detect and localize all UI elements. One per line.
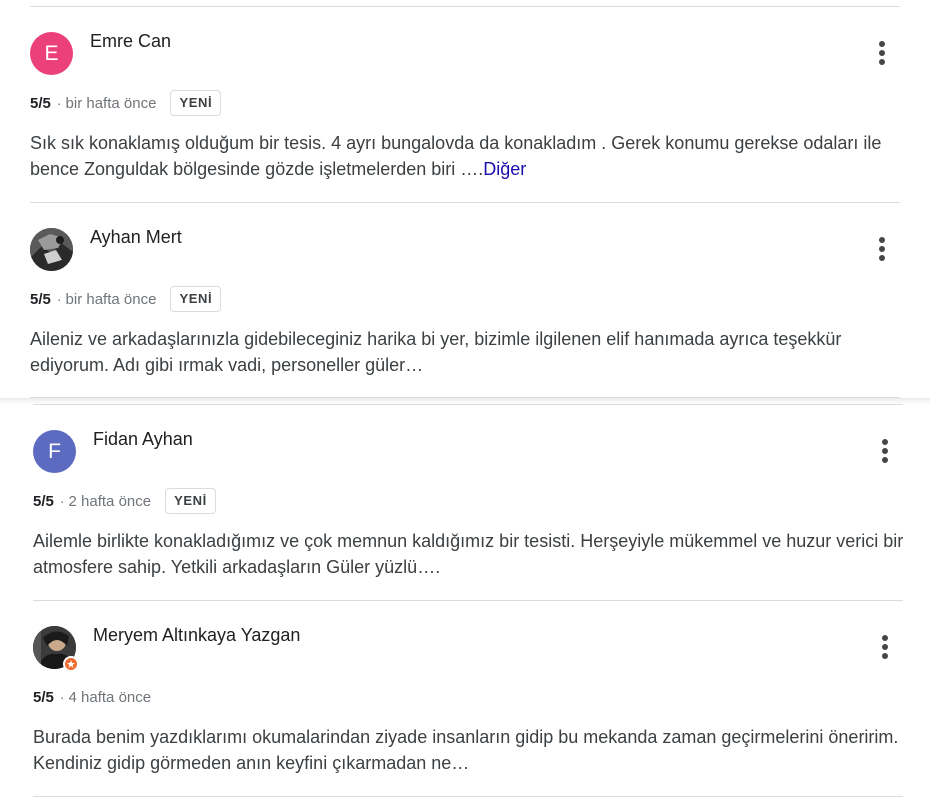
meta-separator: · [56, 95, 62, 111]
avatar-photo-icon [30, 228, 73, 271]
review-meta: 5/5 · 2 hafta önce YENİ [33, 487, 216, 515]
review-time: bir hafta önce [65, 290, 157, 308]
avatar[interactable] [33, 626, 79, 672]
meta-separator: · [59, 689, 65, 705]
author-name[interactable]: Meryem Altınkaya Yazgan [93, 625, 300, 646]
rating: 5/5 [33, 688, 54, 706]
author-name[interactable]: Fidan Ayhan [93, 429, 193, 450]
review-meta: 5/5 · bir hafta önce YENİ [30, 89, 222, 117]
review-text-body: Aileniz ve arkadaşlarınızla gidebilecegi… [30, 329, 842, 375]
review-time: 2 hafta önce [68, 492, 152, 510]
meta-separator: · [56, 291, 62, 307]
review-meta: 5/5 · bir hafta önce YENİ [30, 285, 222, 313]
avatar[interactable]: F [33, 430, 76, 473]
review-text-body: Burada benim yazdıklarımı okumalarindan … [33, 727, 899, 773]
rating: 5/5 [30, 290, 51, 308]
review-text: Burada benim yazdıklarımı okumalarindan … [33, 724, 913, 776]
review-text-body: Sık sık konaklamış olduğum bir tesis. 4 … [30, 133, 882, 179]
review-time: 4 hafta önce [68, 688, 152, 706]
avatar[interactable]: E [30, 32, 73, 75]
review-card: F Fidan Ayhan 5/5 · 2 hafta önce YENİ Ai… [33, 405, 913, 595]
new-badge: YENİ [170, 90, 222, 116]
more-vert-icon[interactable] [871, 631, 899, 663]
review-text: Sık sık konaklamış olduğum bir tesis. 4 … [30, 130, 910, 182]
local-guide-badge-icon [63, 656, 79, 672]
new-badge: YENİ [165, 488, 216, 514]
author-name[interactable]: Ayhan Mert [90, 227, 182, 248]
review-text: Aileniz ve arkadaşlarınızla gidebilecegi… [30, 326, 910, 378]
review-text-body: Ailemle birlikte konakladığımız ve çok m… [33, 531, 904, 577]
review-card: E Emre Can 5/5 · bir hafta önce YENİ Sık… [30, 7, 910, 197]
new-badge: YENİ [170, 286, 222, 312]
meta-separator: · [59, 493, 65, 509]
more-vert-icon[interactable] [868, 37, 896, 69]
rating: 5/5 [33, 492, 54, 510]
divider [33, 796, 903, 797]
review-meta: 5/5 · 4 hafta önce [33, 683, 151, 711]
reviews-page: E Emre Can 5/5 · bir hafta önce YENİ Sık… [0, 0, 930, 800]
review-text: Ailemle birlikte konakladığımız ve çok m… [33, 528, 913, 580]
review-card: Ayhan Mert 5/5 · bir hafta önce YENİ Ail… [30, 203, 910, 393]
review-card: Meryem Altınkaya Yazgan 5/5 · 4 hafta ön… [33, 601, 913, 791]
rating: 5/5 [30, 94, 51, 112]
more-vert-icon[interactable] [871, 435, 899, 467]
more-vert-icon[interactable] [868, 233, 896, 265]
author-name[interactable]: Emre Can [90, 31, 171, 52]
review-time: bir hafta önce [65, 94, 157, 112]
avatar[interactable] [30, 228, 73, 271]
read-more-link[interactable]: Diğer [483, 159, 526, 179]
